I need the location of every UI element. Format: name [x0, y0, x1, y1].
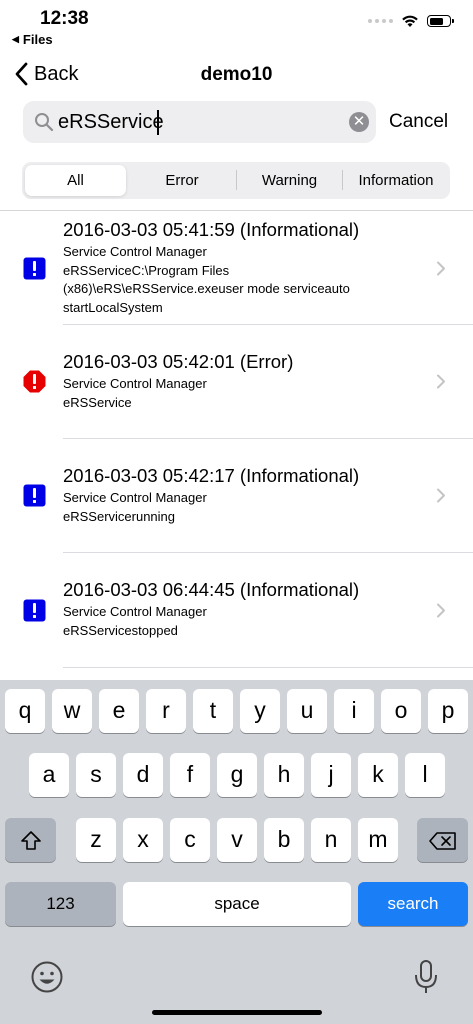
home-indicator [152, 1010, 322, 1015]
key-f[interactable]: f [170, 753, 210, 797]
wifi-icon [402, 15, 418, 27]
shift-arrow-icon [20, 831, 41, 850]
segment-error[interactable]: Error [130, 162, 234, 199]
keyboard: q w e r t y u i o p a s d f g h j k l z … [0, 680, 473, 1024]
key-j[interactable]: j [311, 753, 351, 797]
key-a[interactable]: a [29, 753, 69, 797]
event-title: 2016-03-03 05:41:59 (Informational) [63, 219, 360, 240]
key-n[interactable]: n [311, 818, 351, 862]
page-title: demo10 [200, 64, 273, 85]
key-g[interactable]: g [217, 753, 257, 797]
event-detail: eRSService [63, 395, 132, 410]
key-q[interactable]: q [5, 689, 45, 733]
segment-information[interactable]: Information [343, 162, 449, 199]
event-row[interactable]: 2016-03-03 05:41:59 (Informational) Serv… [0, 211, 473, 324]
segment-all[interactable]: All [25, 165, 126, 196]
event-detail: (x86)\eRS\eRSService.exeuser mode servic… [63, 281, 350, 296]
microphone-icon[interactable] [413, 959, 439, 995]
event-source: Service Control Manager [63, 376, 207, 391]
key-d[interactable]: d [123, 753, 163, 797]
error-octagon-icon [23, 370, 46, 393]
key-b[interactable]: b [264, 818, 304, 862]
key-x[interactable]: x [123, 818, 163, 862]
row-divider [63, 667, 473, 668]
battery-icon [427, 15, 454, 27]
event-detail: eRSServiceC:\Program Files [63, 262, 230, 278]
numbers-key[interactable]: 123 [5, 882, 116, 926]
event-source: Service Control Manager [63, 490, 207, 505]
event-detail: eRSServicestopped [63, 623, 178, 638]
info-square-icon [23, 257, 46, 280]
event-source: Service Control Manager [63, 604, 207, 619]
event-detail: eRSServicerunning [63, 509, 176, 524]
search-input[interactable] [58, 108, 338, 136]
key-s[interactable]: s [76, 753, 116, 797]
chevron-right-icon [437, 488, 445, 503]
delete-key[interactable] [417, 818, 468, 862]
event-source: Service Control Manager [63, 244, 207, 259]
text-caret [157, 110, 159, 135]
space-key[interactable]: space [123, 882, 351, 926]
key-w[interactable]: w [52, 689, 92, 733]
key-k[interactable]: k [358, 753, 398, 797]
key-v[interactable]: v [217, 818, 257, 862]
cancel-button[interactable]: Cancel [389, 111, 448, 133]
event-row[interactable]: 2016-03-03 05:42:01 (Error) Service Cont… [0, 325, 473, 438]
event-row[interactable]: 2016-03-03 06:44:45 (Informational) Serv… [0, 553, 473, 667]
key-t[interactable]: t [193, 689, 233, 733]
key-o[interactable]: o [381, 689, 421, 733]
event-detail: startLocalSystem [63, 299, 163, 315]
chevron-right-icon [437, 374, 445, 389]
key-z[interactable]: z [76, 818, 116, 862]
back-triangle-icon: ◀ [12, 34, 19, 44]
event-title: 2016-03-03 05:42:01 (Error) [63, 351, 294, 372]
event-title: 2016-03-03 06:44:45 (Informational) [63, 579, 360, 600]
key-h[interactable]: h [264, 753, 304, 797]
emoji-icon[interactable] [30, 960, 64, 994]
event-title: 2016-03-03 05:42:17 (Informational) [63, 465, 360, 486]
key-y[interactable]: y [240, 689, 280, 733]
back-to-app-link[interactable]: ◀ Files [12, 32, 53, 47]
key-e[interactable]: e [99, 689, 139, 733]
key-l[interactable]: l [405, 753, 445, 797]
clear-search-icon[interactable]: ✕ [349, 112, 369, 132]
search-icon [35, 113, 54, 132]
status-time: 12:38 [40, 8, 89, 29]
event-row[interactable]: 2016-03-03 05:42:17 (Informational) Serv… [0, 439, 473, 552]
key-p[interactable]: p [428, 689, 468, 733]
segment-warning[interactable]: Warning [238, 162, 341, 199]
key-c[interactable]: c [170, 818, 210, 862]
cellular-signal-icon [368, 19, 393, 23]
key-u[interactable]: u [287, 689, 327, 733]
info-square-icon [23, 484, 46, 507]
key-r[interactable]: r [146, 689, 186, 733]
key-i[interactable]: i [334, 689, 374, 733]
back-app-label: Files [22, 32, 53, 47]
chevron-right-icon [437, 261, 445, 276]
shift-key[interactable] [5, 818, 56, 862]
backspace-icon [428, 832, 456, 850]
key-m[interactable]: m [358, 818, 398, 862]
search-key[interactable]: search [358, 882, 468, 926]
status-icons [368, 14, 454, 28]
chevron-right-icon [437, 603, 445, 618]
info-square-icon [23, 599, 46, 622]
